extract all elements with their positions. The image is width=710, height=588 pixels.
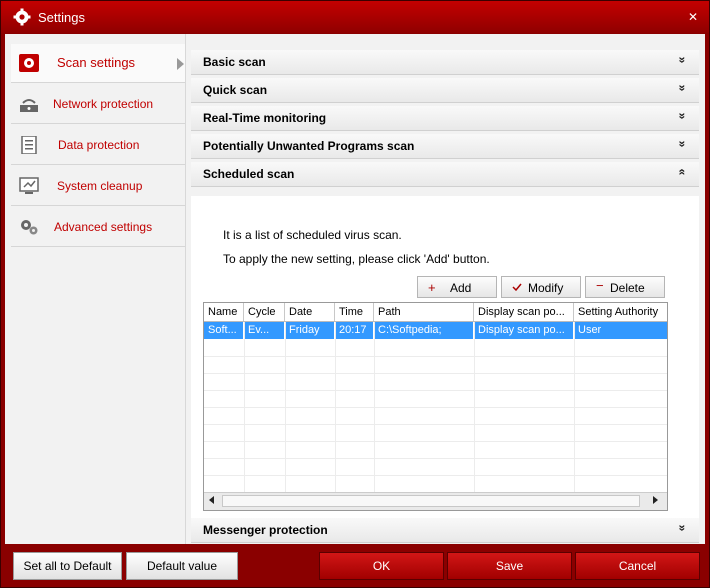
- grid-line: [474, 322, 475, 492]
- gear-icon: [13, 8, 31, 26]
- title-bar: Settings ✕: [1, 1, 709, 33]
- cell-name: Soft...: [204, 322, 244, 339]
- sidebar-item-label: Scan settings: [57, 55, 136, 70]
- add-button[interactable]: + Add: [417, 276, 497, 298]
- set-all-default-button[interactable]: Set all to Default: [13, 552, 122, 580]
- sidebar-item-scan-settings[interactable]: Scan settings: [11, 44, 185, 83]
- section-title: Quick scan: [203, 83, 268, 97]
- table-row[interactable]: Soft... Ev... Friday 20:17 C:\Softpedia;…: [204, 322, 667, 339]
- modify-button[interactable]: Modify: [501, 276, 581, 298]
- column-header-setting-authority[interactable]: Setting Authority: [574, 303, 667, 321]
- grid-line: [204, 424, 667, 425]
- cell-date: Friday: [285, 322, 335, 339]
- plus-icon: +: [428, 280, 436, 295]
- section-scheduled-scan[interactable]: Scheduled scan «: [191, 162, 699, 187]
- column-header-path[interactable]: Path: [374, 303, 474, 321]
- chevron-down-icon: »: [675, 112, 690, 120]
- sidebar-item-advanced-settings[interactable]: Advanced settings: [11, 208, 185, 247]
- chevron-down-icon: »: [675, 56, 690, 64]
- chevron-down-icon: »: [675, 84, 690, 92]
- sidebar-item-label: Network protection: [53, 97, 154, 111]
- settings-window: Settings ✕ Scan settings Network protect…: [0, 0, 710, 588]
- system-cleanup-icon: [19, 177, 39, 194]
- chevron-down-icon: »: [675, 140, 690, 148]
- grid-line: [204, 475, 667, 476]
- grid-line: [335, 322, 336, 492]
- chevron-up-icon: «: [675, 168, 690, 176]
- footer-bar: Set all to Default Default value OK Save…: [1, 544, 709, 587]
- scroll-right-icon[interactable]: [653, 496, 658, 504]
- column-header-cycle[interactable]: Cycle: [244, 303, 285, 321]
- scan-settings-icon: [19, 54, 39, 72]
- grid-line: [204, 407, 667, 408]
- scheduled-description: It is a list of scheduled virus scan.: [223, 228, 402, 242]
- delete-button[interactable]: − Delete: [585, 276, 665, 298]
- minus-icon: −: [596, 278, 604, 293]
- section-title: Messenger protection: [203, 523, 328, 537]
- save-button[interactable]: Save: [447, 552, 572, 580]
- section-title: Basic scan: [203, 55, 266, 69]
- check-icon: [512, 283, 522, 291]
- grid-line: [285, 322, 286, 492]
- grid-line: [204, 441, 667, 442]
- scroll-left-icon[interactable]: [209, 496, 214, 504]
- scheduled-instruction: To apply the new setting, please click '…: [223, 252, 490, 266]
- grid-line: [204, 356, 667, 357]
- grid-line: [204, 373, 667, 374]
- sidebar-item-network-protection[interactable]: Network protection: [11, 85, 185, 124]
- grid-line: [574, 322, 575, 492]
- cell-display-scan: Display scan po...: [474, 322, 574, 339]
- section-real-time-monitoring[interactable]: Real-Time monitoring »: [191, 106, 699, 131]
- section-title: Real-Time monitoring: [203, 111, 327, 125]
- ok-button[interactable]: OK: [319, 552, 444, 580]
- scheduled-scan-list[interactable]: Name Cycle Date Time Path Display scan p…: [203, 302, 668, 511]
- advanced-settings-icon: [21, 220, 38, 235]
- section-title: Scheduled scan: [203, 167, 295, 181]
- column-header-date[interactable]: Date: [285, 303, 335, 321]
- sidebar-item-system-cleanup[interactable]: System cleanup: [11, 167, 185, 206]
- sidebar-item-label: System cleanup: [57, 179, 143, 193]
- column-header-time[interactable]: Time: [335, 303, 374, 321]
- grid-line: [204, 458, 667, 459]
- sidebar: Scan settings Network protection Data pr…: [5, 34, 186, 544]
- cell-path: C:\Softpedia;: [374, 322, 474, 339]
- section-pup-scan[interactable]: Potentially Unwanted Programs scan »: [191, 134, 699, 159]
- horizontal-scrollbar[interactable]: [204, 492, 667, 510]
- chevron-down-icon: »: [675, 524, 690, 532]
- cell-setting-authority: User: [578, 324, 602, 336]
- client-area: Scan settings Network protection Data pr…: [5, 34, 705, 544]
- section-title: Potentially Unwanted Programs scan: [203, 139, 415, 153]
- cell-cycle: Ev...: [244, 322, 285, 339]
- scheduled-scan-panel: It is a list of scheduled virus scan. To…: [191, 196, 699, 522]
- network-icon: [20, 99, 38, 112]
- scrollbar-thumb[interactable]: [222, 495, 640, 507]
- cancel-button[interactable]: Cancel: [575, 552, 700, 580]
- grid-line: [374, 322, 375, 492]
- column-header-display-scan[interactable]: Display scan po...: [474, 303, 574, 321]
- grid-line: [244, 322, 245, 492]
- cell-time: 20:17: [335, 322, 374, 339]
- section-messenger-protection[interactable]: Messenger protection »: [191, 518, 699, 543]
- column-header-name[interactable]: Name: [204, 303, 244, 321]
- section-quick-scan[interactable]: Quick scan »: [191, 78, 699, 103]
- data-protection-icon: [21, 136, 37, 154]
- window-title: Settings: [38, 10, 85, 25]
- default-value-button[interactable]: Default value: [126, 552, 238, 580]
- grid-line: [204, 390, 667, 391]
- sidebar-item-label: Data protection: [58, 138, 140, 152]
- settings-content: Basic scan » Quick scan » Real-Time moni…: [189, 44, 701, 544]
- close-icon[interactable]: ✕: [687, 11, 699, 23]
- section-basic-scan[interactable]: Basic scan »: [191, 50, 699, 75]
- sidebar-item-data-protection[interactable]: Data protection: [11, 126, 185, 165]
- sidebar-item-label: Advanced settings: [54, 220, 153, 234]
- active-indicator-arrow: [177, 58, 184, 70]
- list-header: Name Cycle Date Time Path Display scan p…: [204, 303, 667, 322]
